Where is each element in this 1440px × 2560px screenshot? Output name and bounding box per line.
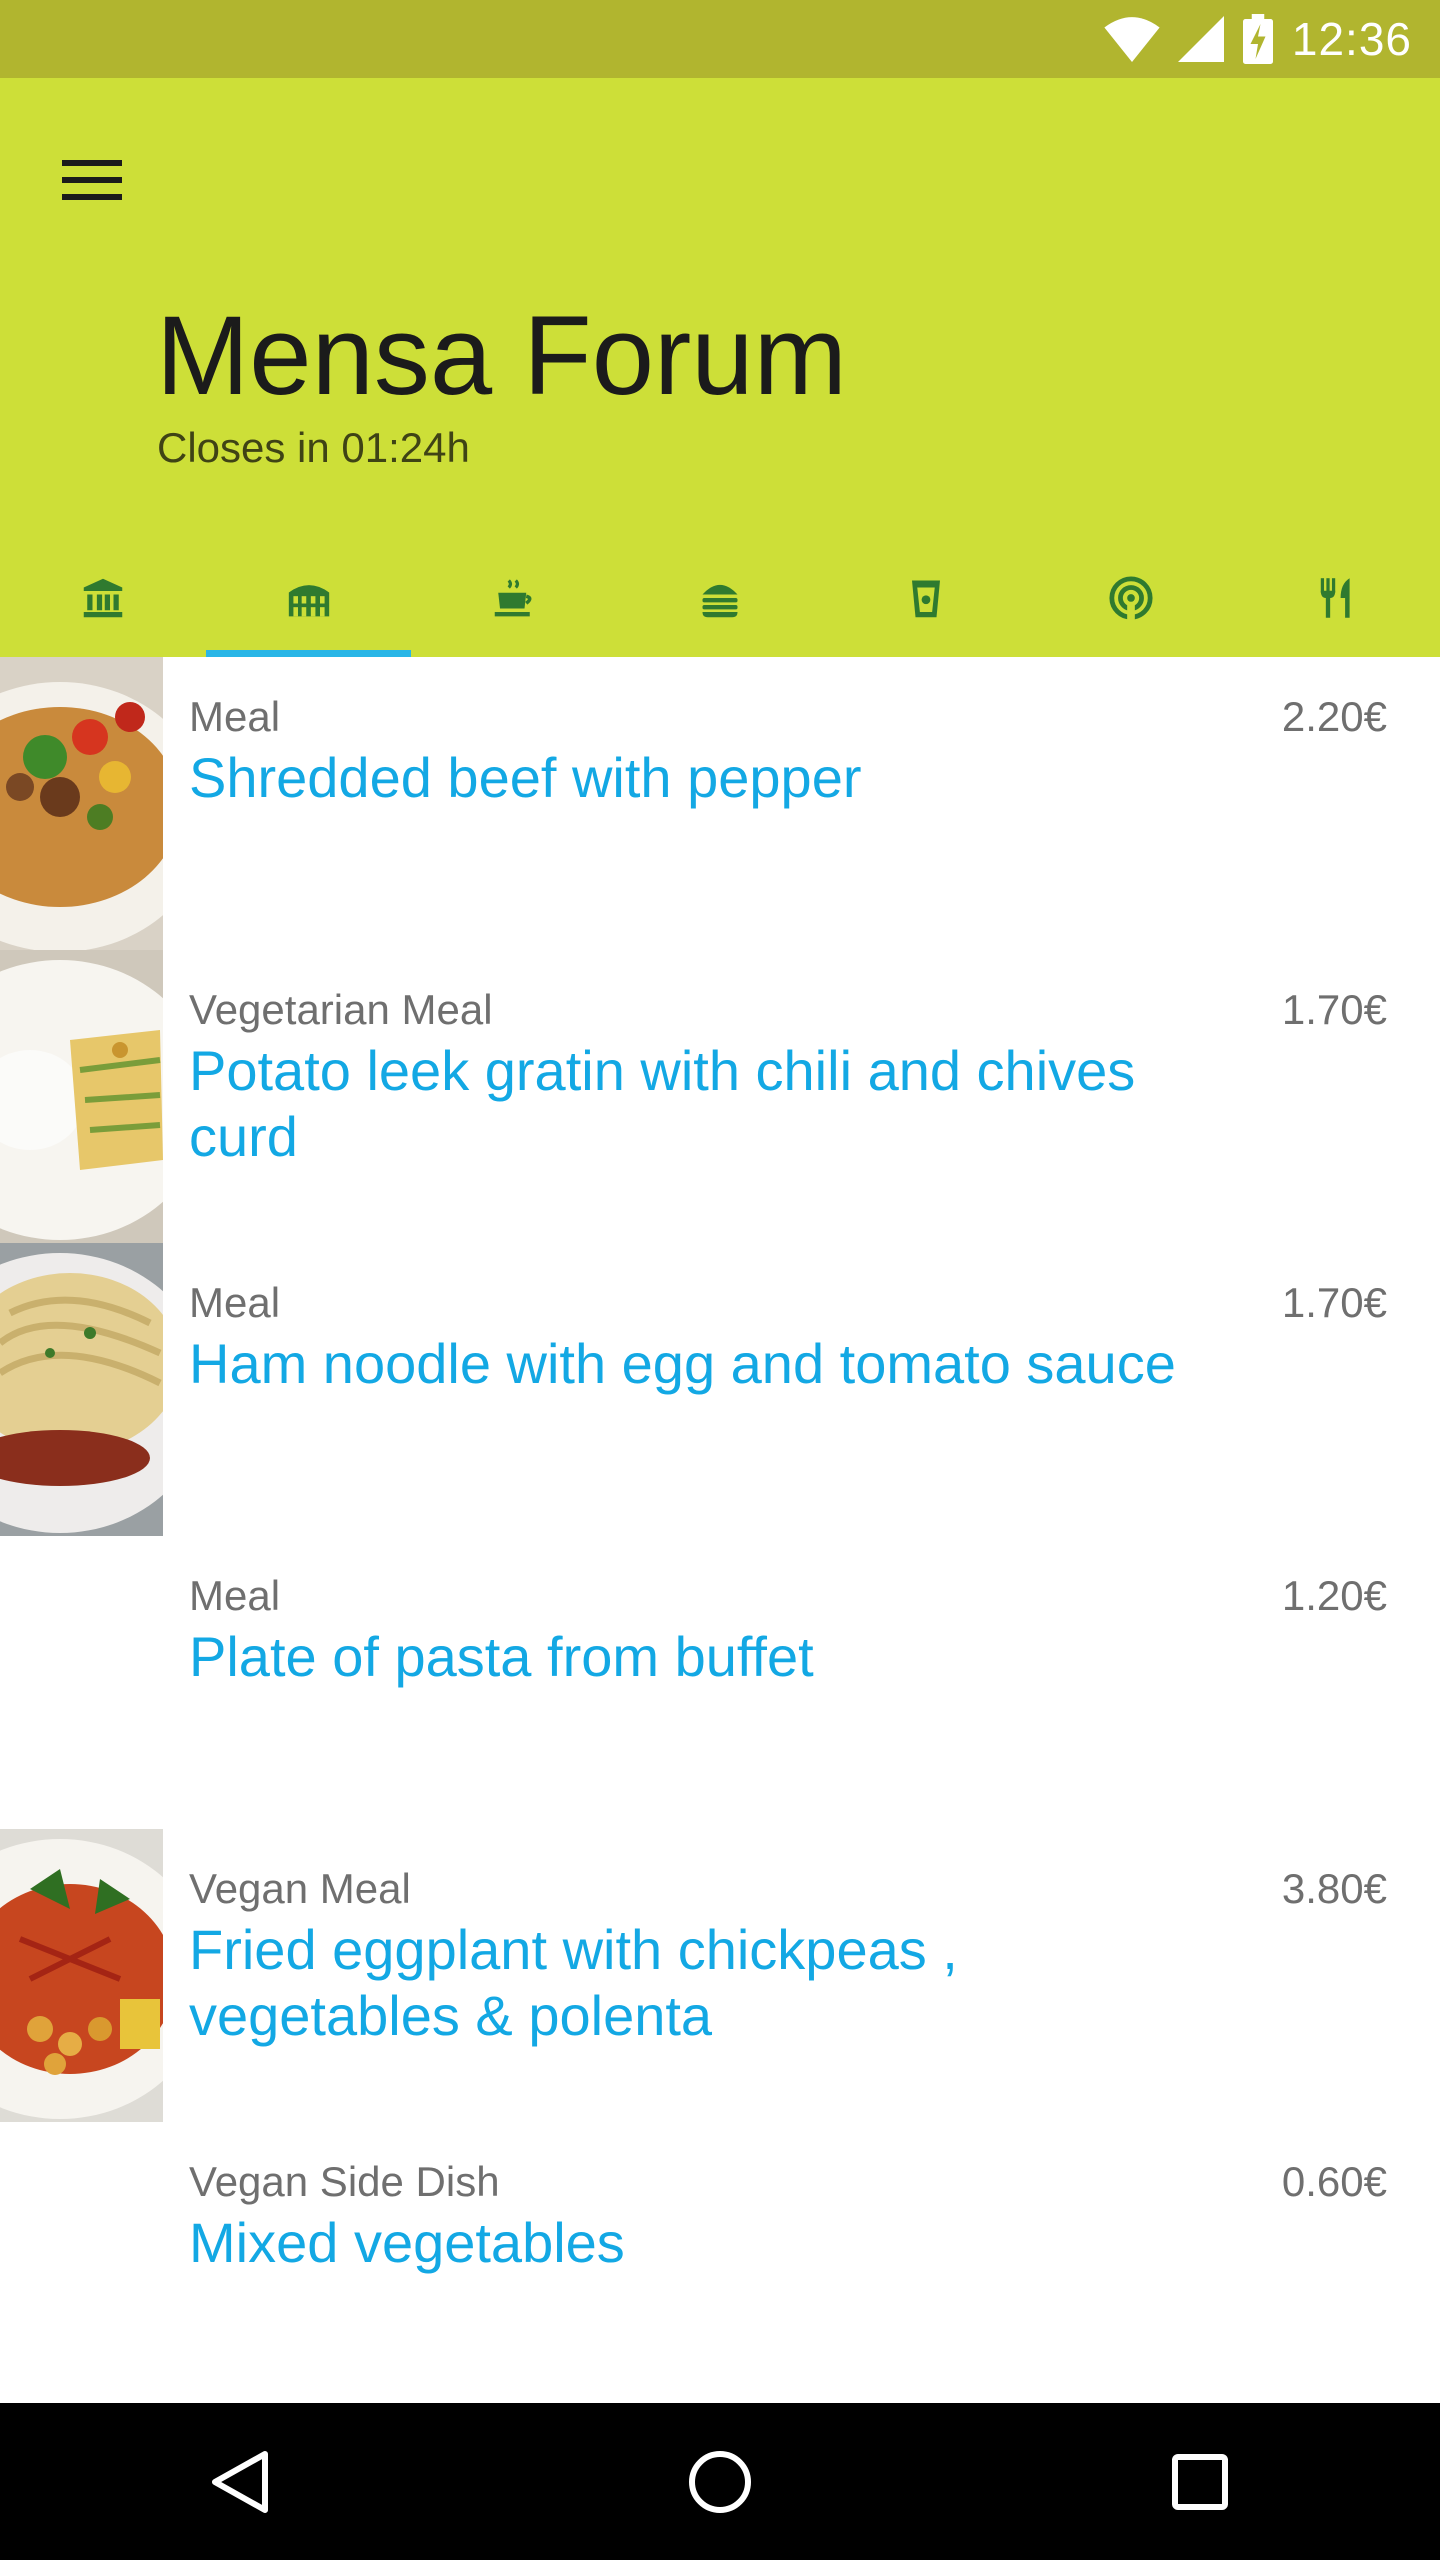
- meal-price: 1.20€: [1281, 1572, 1387, 1619]
- broadcast-icon: [1109, 575, 1154, 621]
- system-navigation-bar: [0, 2403, 1440, 2560]
- tab-restaurant[interactable]: [1234, 538, 1440, 657]
- meal-list: Meal 2.20€ Shredded beef with pepper Veg…: [0, 657, 1440, 2415]
- back-button[interactable]: [160, 2412, 320, 2552]
- battery-charging-icon: [1242, 14, 1273, 64]
- meal-category: Vegan Side Dish: [189, 2158, 500, 2205]
- meal-category: Meal: [189, 1279, 281, 1326]
- meal-price: 2.20€: [1281, 693, 1387, 740]
- meal-name: Shredded beef with pepper: [189, 746, 862, 809]
- page-title: Mensa Forum: [156, 293, 847, 418]
- opening-status: Closes in 01:24h: [157, 424, 470, 471]
- drink-cup-icon: [911, 580, 940, 617]
- meal-category: Meal: [189, 693, 281, 740]
- gratin-photo: [0, 950, 163, 1243]
- meal-row[interactable]: Vegan Side Dish 0.60€ Mixed vegetables: [0, 2122, 1440, 2415]
- meal-category: Vegetarian Meal: [189, 986, 493, 1033]
- signal-icon: [1177, 16, 1224, 62]
- meal-row[interactable]: Meal 1.70€ Ham noodle with egg and tomat…: [0, 1243, 1440, 1536]
- menu-button[interactable]: [40, 128, 144, 232]
- burger-icon: [702, 584, 738, 617]
- coffee-cup-icon: [495, 578, 532, 616]
- meal-name: Plate of pasta from buffet: [189, 1625, 814, 1688]
- meal-price: 0.60€: [1281, 2158, 1387, 2205]
- meal-name: Fried eggplant with chickpeas , vegetabl…: [189, 1918, 958, 2047]
- meal-name: Ham noodle with egg and tomato sauce: [189, 1332, 1176, 1395]
- app-bar: Mensa Forum Closes in 01:24h: [0, 78, 1440, 657]
- wifi-icon: [1104, 17, 1160, 62]
- location-tabs: [0, 538, 1440, 657]
- clock: 12:36: [1291, 13, 1412, 65]
- eggplant-photo: [0, 1829, 163, 2122]
- home-icon: [689, 2450, 751, 2513]
- status-bar: 12:36: [0, 0, 1440, 78]
- meal-price: 3.80€: [1281, 1865, 1387, 1912]
- recents-button[interactable]: [1120, 2412, 1280, 2552]
- meal-category: Vegan Meal: [189, 1865, 411, 1912]
- meal-name: Potato leek gratin with chili and chives…: [189, 1039, 1136, 1168]
- beef-pepper-photo: [0, 657, 163, 950]
- meal-row[interactable]: Vegetarian Meal 1.70€ Potato leek gratin…: [0, 950, 1440, 1243]
- meal-row[interactable]: Meal 2.20€ Shredded beef with pepper: [0, 657, 1440, 950]
- meal-price: 1.70€: [1281, 1279, 1387, 1326]
- back-icon: [212, 2450, 268, 2513]
- meal-price: 1.70€: [1281, 986, 1387, 1033]
- cutlery-icon: [1320, 577, 1350, 618]
- tab-colosseum[interactable]: [205, 538, 412, 657]
- meal-name: Mixed vegetables: [189, 2211, 625, 2274]
- recents-icon: [1172, 2453, 1228, 2510]
- tab-broadcast[interactable]: [1029, 538, 1235, 657]
- meal-row[interactable]: Meal 1.20€ Plate of pasta from buffet: [0, 1536, 1440, 1829]
- colosseum-icon: [288, 584, 329, 616]
- tab-bank[interactable]: [0, 538, 206, 657]
- tab-burger[interactable]: [617, 538, 823, 657]
- home-button[interactable]: [640, 2412, 800, 2552]
- meal-category: Meal: [189, 1572, 281, 1619]
- meal-row[interactable]: Vegan Meal 3.80€ Fried eggplant with chi…: [0, 1829, 1440, 2122]
- hamburger-menu-icon: [62, 160, 122, 200]
- bank-icon: [83, 578, 123, 617]
- tab-drinks[interactable]: [823, 538, 1029, 657]
- tab-cafe[interactable]: [411, 538, 617, 657]
- noodle-photo: [0, 1243, 163, 1536]
